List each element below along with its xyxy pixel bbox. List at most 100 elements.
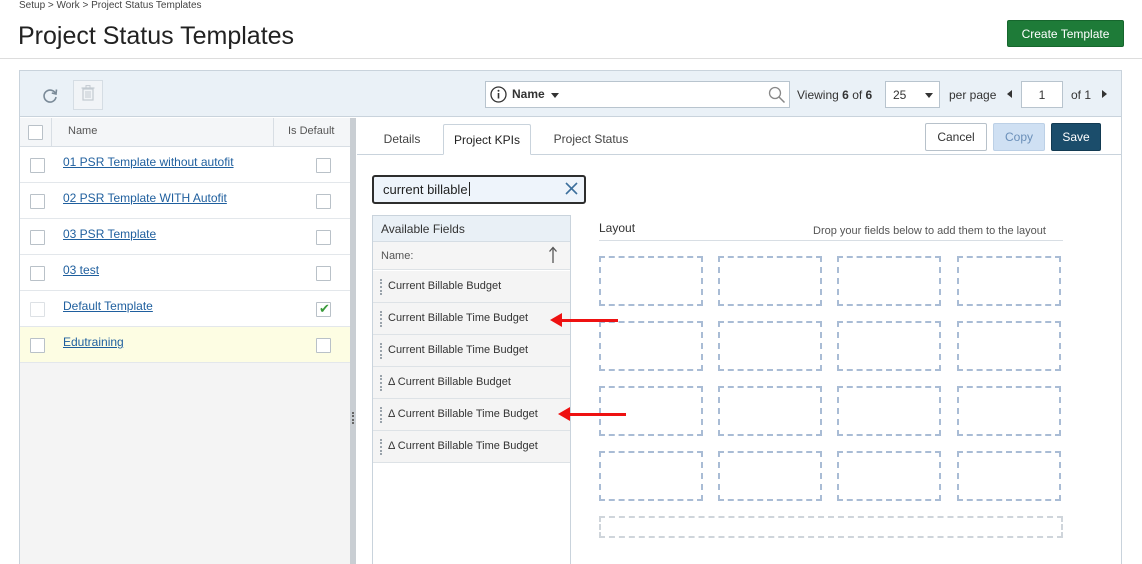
- layout-drop-slot[interactable]: [837, 451, 941, 501]
- page-title: Project Status Templates: [18, 22, 295, 50]
- delete-button[interactable]: [73, 80, 103, 110]
- layout-drop-slot[interactable]: [599, 321, 703, 371]
- field-item[interactable]: Δ Current Billable Time Budget: [373, 431, 570, 463]
- viewing-summary: Viewing 6 of 6: [797, 88, 872, 102]
- table-row[interactable]: Default Template ✔: [20, 291, 350, 327]
- cancel-button[interactable]: Cancel: [925, 123, 987, 151]
- column-header-name[interactable]: Name: [68, 125, 97, 137]
- drag-handle-icon[interactable]: [380, 343, 383, 359]
- template-link[interactable]: 03 PSR Template: [63, 227, 156, 241]
- kpi-search-text: current billable: [383, 182, 468, 197]
- viewing-of: of: [852, 88, 863, 102]
- available-fields-title: Available Fields: [381, 222, 465, 236]
- is-default-checkbox[interactable]: [316, 266, 331, 281]
- tab-details[interactable]: Details: [373, 124, 431, 155]
- row-checkbox[interactable]: [30, 266, 45, 281]
- layout-drop-slot[interactable]: [718, 321, 822, 371]
- layout-drop-slot[interactable]: [599, 451, 703, 501]
- tab-project-kpis[interactable]: Project KPIs: [443, 124, 531, 155]
- layout-hint: Drop your fields below to add them to th…: [813, 225, 1046, 237]
- text-cursor: [468, 182, 470, 196]
- available-fields-name-header: Name:: [381, 250, 414, 262]
- layout-drop-slot[interactable]: [957, 256, 1061, 306]
- column-header-is-default[interactable]: Is Default: [288, 125, 334, 137]
- chevron-down-icon[interactable]: [551, 93, 559, 98]
- field-label: Current Billable Time Budget: [388, 344, 529, 356]
- is-default-checkbox[interactable]: [316, 194, 331, 209]
- create-template-button[interactable]: Create Template: [1007, 20, 1124, 47]
- trash-icon: [81, 84, 95, 106]
- template-link[interactable]: 01 PSR Template without autofit: [63, 155, 234, 169]
- template-link[interactable]: 03 test: [63, 263, 99, 277]
- drag-handle-icon[interactable]: [380, 311, 383, 327]
- field-label: Current Billable Time Budget: [388, 312, 529, 324]
- close-icon[interactable]: [564, 181, 579, 196]
- table-row[interactable]: 02 PSR Template WITH Autofit: [20, 183, 350, 219]
- next-page-icon[interactable]: [1102, 90, 1107, 98]
- viewing-prefix: Viewing: [797, 88, 839, 102]
- viewing-count: 6: [842, 88, 849, 102]
- splitter-grip-icon[interactable]: [352, 412, 354, 424]
- field-item[interactable]: Current Billable Time Budget: [373, 303, 570, 335]
- search-icon[interactable]: [768, 86, 786, 104]
- table-row[interactable]: 01 PSR Template without autofit: [20, 147, 350, 183]
- page-number-input[interactable]: 1: [1021, 81, 1063, 108]
- table-row[interactable]: 03 test: [20, 255, 350, 291]
- template-link[interactable]: Edutraining: [63, 335, 124, 349]
- copy-button[interactable]: Copy: [993, 123, 1045, 151]
- template-link[interactable]: Default Template: [63, 299, 153, 313]
- per-page-label: per page: [949, 88, 997, 102]
- layout-drop-slot[interactable]: [957, 451, 1061, 501]
- field-item[interactable]: Δ Current Billable Budget: [373, 367, 570, 399]
- column-divider: [51, 118, 52, 147]
- is-default-checkbox[interactable]: [316, 158, 331, 173]
- layout-divider: [599, 240, 1063, 241]
- save-button[interactable]: Save: [1051, 123, 1101, 151]
- drag-handle-icon[interactable]: [380, 279, 383, 295]
- row-checkbox[interactable]: [30, 158, 45, 173]
- row-checkbox[interactable]: [30, 230, 45, 245]
- info-icon[interactable]: [490, 86, 507, 103]
- drag-handle-icon[interactable]: [380, 439, 383, 455]
- grid-empty-area: [20, 363, 350, 564]
- layout-drop-slot[interactable]: [718, 256, 822, 306]
- annotation-arrow-icon: [550, 313, 618, 327]
- pane-splitter[interactable]: [350, 118, 356, 564]
- field-item[interactable]: Current Billable Time Budget: [373, 335, 570, 367]
- drag-handle-icon[interactable]: [380, 407, 383, 423]
- tab-project-status[interactable]: Project Status: [543, 124, 639, 155]
- field-item[interactable]: Δ Current Billable Time Budget: [373, 399, 570, 431]
- field-label: Current Billable Budget: [388, 280, 502, 292]
- table-row-selected[interactable]: Edutraining: [20, 327, 350, 363]
- search-field-selector[interactable]: Name: [512, 87, 545, 101]
- layout-drop-slot[interactable]: [837, 256, 941, 306]
- layout-drop-slot-wide[interactable]: [599, 516, 1063, 538]
- layout-drop-slot[interactable]: [957, 386, 1061, 436]
- layout-drop-slot[interactable]: [837, 321, 941, 371]
- layout-drop-slot[interactable]: [718, 451, 822, 501]
- drag-handle-icon[interactable]: [380, 375, 383, 391]
- layout-title: Layout: [599, 221, 636, 235]
- layout-drop-slot[interactable]: [957, 321, 1061, 371]
- field-item[interactable]: Current Billable Budget: [373, 271, 570, 303]
- template-link[interactable]: 02 PSR Template WITH Autofit: [63, 191, 227, 205]
- select-all-checkbox[interactable]: [28, 125, 43, 140]
- layout-drop-slot[interactable]: [599, 256, 703, 306]
- kpi-search-value[interactable]: current billable: [383, 182, 470, 197]
- chevron-down-icon[interactable]: [925, 93, 933, 98]
- row-checkbox[interactable]: [30, 194, 45, 209]
- field-label: Δ Current Billable Time Budget: [388, 408, 538, 420]
- sort-ascending-icon[interactable]: [547, 246, 559, 264]
- layout-drop-slot[interactable]: [599, 386, 703, 436]
- previous-page-icon[interactable]: [1007, 90, 1012, 98]
- layout-drop-slot[interactable]: [837, 386, 941, 436]
- layout-drop-slot[interactable]: [718, 386, 822, 436]
- column-divider: [273, 118, 274, 147]
- table-row[interactable]: 03 PSR Template: [20, 219, 350, 255]
- is-default-checkbox[interactable]: ✔: [316, 301, 331, 317]
- is-default-checkbox[interactable]: [316, 230, 331, 245]
- refresh-icon[interactable]: [40, 86, 60, 106]
- row-checkbox[interactable]: [30, 338, 45, 353]
- is-default-checkbox[interactable]: [316, 338, 331, 353]
- field-label: Δ Current Billable Budget: [388, 376, 511, 388]
